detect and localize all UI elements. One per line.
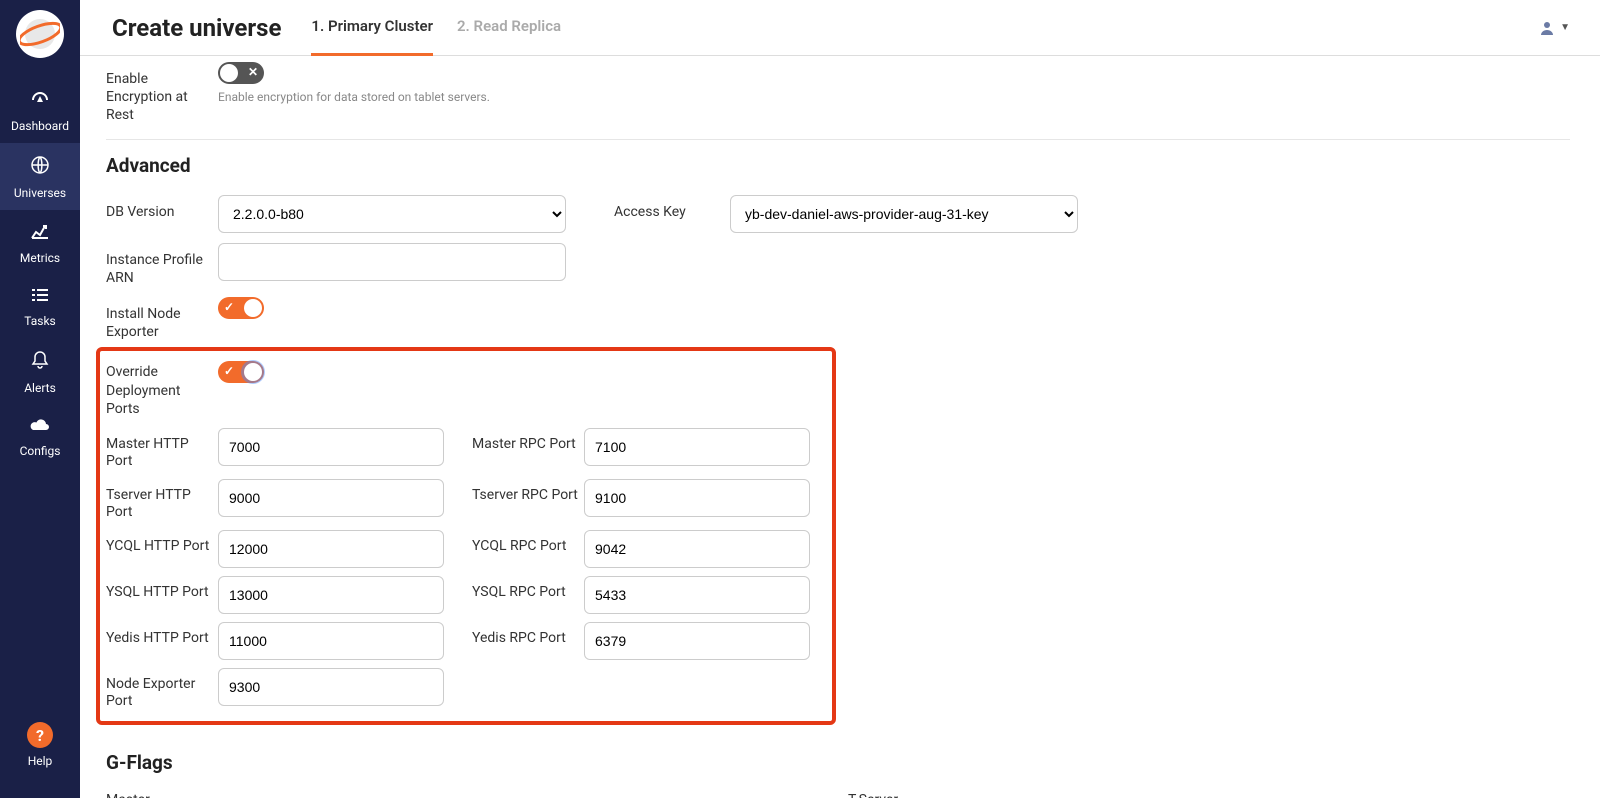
logo[interactable] <box>16 10 64 58</box>
gflags-master-label: Master <box>106 792 828 798</box>
globe-icon <box>0 155 80 180</box>
sidebar-item-label: Dashboard <box>11 119 69 133</box>
check-icon: ✓ <box>224 364 234 378</box>
x-icon: ✕ <box>248 65 258 79</box>
db-version-label: DB Version <box>106 195 218 221</box>
sidebar: Dashboard Universes Metrics Tasks Alerts… <box>0 0 80 798</box>
master-rpc-port-input[interactable] <box>584 428 810 466</box>
bell-icon <box>0 350 80 375</box>
header: Create universe 1. Primary Cluster 2. Re… <box>80 0 1600 56</box>
instance-profile-arn-input[interactable] <box>218 243 566 281</box>
ysql-rpc-port-input[interactable] <box>584 576 810 614</box>
user-menu[interactable]: ▼ <box>1538 19 1570 37</box>
dashboard-icon <box>0 90 80 113</box>
tserver-rpc-port-input[interactable] <box>584 479 810 517</box>
master-rpc-port-label: Master RPC Port <box>472 428 584 454</box>
ycql-rpc-port-label: YCQL RPC Port <box>472 530 584 556</box>
sidebar-item-label: Tasks <box>24 314 56 328</box>
sidebar-item-label: Help <box>28 754 53 768</box>
tab-primary-cluster[interactable]: 1. Primary Cluster <box>311 0 433 56</box>
sidebar-item-help[interactable]: ? Help <box>0 710 80 778</box>
sidebar-item-tasks[interactable]: Tasks <box>0 275 80 338</box>
sidebar-item-configs[interactable]: Configs <box>0 405 80 468</box>
ycql-http-port-input[interactable] <box>218 530 444 568</box>
ysql-http-port-input[interactable] <box>218 576 444 614</box>
sidebar-item-label: Configs <box>20 444 61 458</box>
ysql-http-port-label: YSQL HTTP Port <box>106 576 218 602</box>
db-version-select[interactable]: 2.2.0.0-b80 <box>218 195 566 233</box>
sidebar-item-dashboard[interactable]: Dashboard <box>0 78 80 143</box>
check-icon: ✓ <box>224 300 234 314</box>
sidebar-item-metrics[interactable]: Metrics <box>0 210 80 275</box>
tserver-http-port-label: Tserver HTTP Port <box>106 479 218 522</box>
override-ports-toggle[interactable]: ✓ <box>218 361 264 383</box>
yedis-http-port-input[interactable] <box>218 622 444 660</box>
yedis-http-port-label: Yedis HTTP Port <box>106 622 218 648</box>
metrics-icon <box>0 222 80 245</box>
cloud-icon <box>0 417 80 438</box>
yedis-rpc-port-input[interactable] <box>584 622 810 660</box>
master-http-port-input[interactable] <box>218 428 444 466</box>
encryption-helper-text: Enable encryption for data stored on tab… <box>218 90 490 104</box>
install-node-exporter-label: Install Node Exporter <box>106 297 218 341</box>
instance-profile-arn-label: Instance Profile ARN <box>106 243 218 287</box>
tab-read-replica[interactable]: 2. Read Replica <box>457 0 561 56</box>
encryption-at-rest-toggle[interactable]: ✕ <box>218 62 264 84</box>
ycql-rpc-port-input[interactable] <box>584 530 810 568</box>
override-ports-label: Override Deployment Ports <box>106 361 218 418</box>
install-node-exporter-toggle[interactable]: ✓ <box>218 297 264 319</box>
advanced-section-title: Advanced <box>106 154 1570 177</box>
user-icon <box>1538 19 1556 37</box>
gflags-section-title: G-Flags <box>106 751 1570 774</box>
access-key-select[interactable]: yb-dev-daniel-aws-provider-aug-31-key <box>730 195 1078 233</box>
planet-icon <box>20 14 60 54</box>
access-key-label: Access Key <box>614 195 730 221</box>
gflags-tserver-label: T-Server <box>848 792 1570 798</box>
yedis-rpc-port-label: Yedis RPC Port <box>472 622 584 648</box>
sidebar-item-alerts[interactable]: Alerts <box>0 338 80 405</box>
content: Enable Encryption at Rest ✕ Enable encry… <box>80 56 1600 798</box>
page-title: Create universe <box>112 14 281 42</box>
tabs: 1. Primary Cluster 2. Read Replica <box>311 0 561 56</box>
node-exporter-port-input[interactable] <box>218 668 444 706</box>
sidebar-item-universes[interactable]: Universes <box>0 143 80 210</box>
override-ports-highlight: Override Deployment Ports ✓ Master HTTP … <box>96 347 836 725</box>
sidebar-item-label: Alerts <box>24 381 56 395</box>
sidebar-item-label: Metrics <box>20 251 60 265</box>
help-icon: ? <box>27 722 53 748</box>
ycql-http-port-label: YCQL HTTP Port <box>106 530 218 556</box>
encryption-at-rest-label: Enable Encryption at Rest <box>106 62 218 125</box>
divider <box>106 139 1570 140</box>
tserver-rpc-port-label: Tserver RPC Port <box>472 479 584 505</box>
tasks-icon <box>0 287 80 308</box>
caret-down-icon: ▼ <box>1560 22 1570 33</box>
node-exporter-port-label: Node Exporter Port <box>106 668 218 711</box>
tserver-http-port-input[interactable] <box>218 479 444 517</box>
ysql-rpc-port-label: YSQL RPC Port <box>472 576 584 602</box>
master-http-port-label: Master HTTP Port <box>106 428 218 471</box>
sidebar-item-label: Universes <box>14 186 66 200</box>
